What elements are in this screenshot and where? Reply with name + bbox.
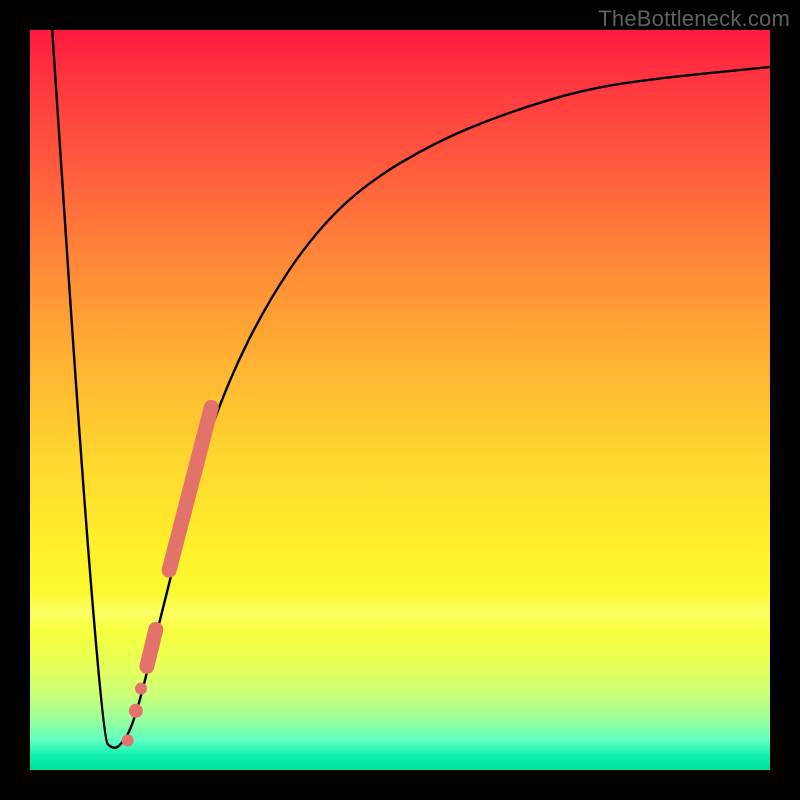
highlight-point bbox=[122, 734, 134, 746]
highlight-point bbox=[135, 683, 147, 695]
highlight-point bbox=[129, 704, 143, 718]
watermark-text: TheBottleneck.com bbox=[598, 6, 790, 32]
curve-layer bbox=[30, 30, 770, 770]
plot-area bbox=[30, 30, 770, 770]
highlight-markers bbox=[122, 407, 212, 746]
chart-frame: TheBottleneck.com bbox=[0, 0, 800, 800]
highlight-segment bbox=[147, 629, 156, 666]
highlight-segment bbox=[169, 407, 211, 570]
